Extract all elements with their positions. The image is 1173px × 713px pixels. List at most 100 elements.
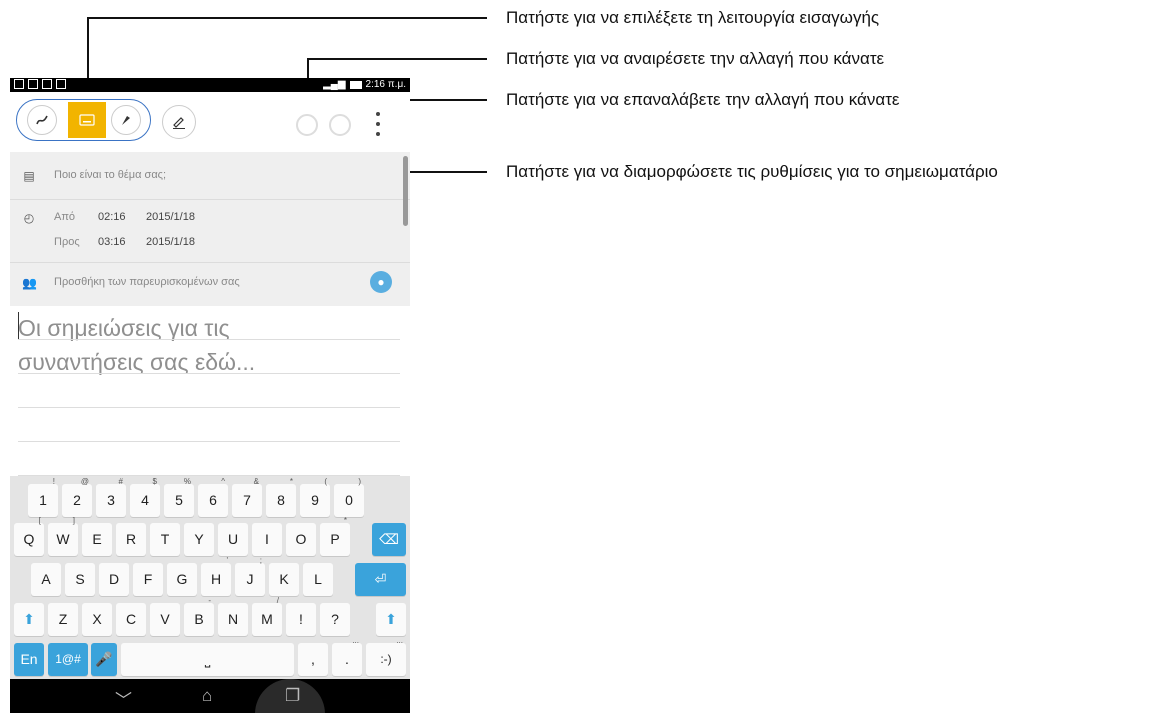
key-row2-3[interactable]: R <box>116 523 146 556</box>
scrollbar[interactable] <box>403 156 408 226</box>
redo-icon[interactable] <box>329 114 351 136</box>
space-key[interactable]: ⎵ <box>121 643 294 676</box>
note-icon: ▤ <box>23 169 35 183</box>
shift-left-icon[interactable]: ⬆ <box>14 603 44 636</box>
key-row2-8[interactable]: O <box>286 523 316 556</box>
key-row4-2[interactable]: C <box>116 603 146 636</box>
key-label: Y <box>194 531 204 547</box>
key-row3-3[interactable]: F <box>133 563 163 596</box>
smiley-key[interactable]: :-)... <box>366 636 406 676</box>
recent-apps-icon[interactable]: ❐ <box>285 686 300 706</box>
key-row3-6[interactable]: J; <box>235 556 265 596</box>
key-row4-1[interactable]: X <box>82 603 112 636</box>
from-time[interactable]: 02:16 <box>98 211 126 223</box>
add-contact-icon[interactable]: ● <box>370 271 392 293</box>
language-key[interactable]: En <box>14 643 44 676</box>
key-row3-1[interactable]: S <box>65 563 95 596</box>
more-vertical-icon[interactable] <box>372 112 384 136</box>
backspace-icon[interactable]: ⌫ <box>372 523 406 556</box>
key-label: E <box>92 531 102 547</box>
key-label: 3 <box>107 492 115 508</box>
from-row[interactable]: ◴ Από 02:16 2015/1/18 <box>10 211 410 227</box>
key-row1-9[interactable]: 0) <box>334 477 364 517</box>
key-row4-8[interactable]: ? <box>320 603 350 636</box>
note-line <box>18 339 400 340</box>
key-row1-6[interactable]: 7 & <box>232 477 262 517</box>
key-row1-0[interactable]: 1! <box>28 477 58 517</box>
shift-right-icon[interactable]: ⬆ <box>376 603 406 636</box>
notes-area[interactable]: Οι σημειώσεις για τις συναντήσεις σας εδ… <box>10 306 410 476</box>
enter-icon[interactable]: ⏎ <box>355 563 406 596</box>
key-label: 5 <box>175 492 183 508</box>
key-row1-3[interactable]: 4 $ <box>130 477 160 517</box>
key-row4-5[interactable]: N <box>218 603 248 636</box>
period-key[interactable]: .... <box>332 636 362 676</box>
key-row3-0[interactable]: A <box>31 563 61 596</box>
undo-icon[interactable] <box>296 114 318 136</box>
back-icon[interactable]: ﹀ <box>115 686 132 711</box>
key-row4-7[interactable]: ! <box>286 603 316 636</box>
subject-field[interactable]: Ποιο είναι το θέμα σας; <box>54 169 166 181</box>
key-label: 2 <box>73 492 81 508</box>
phone-screen: ▂▄▆ 2:16 π.μ. ▤ Ποιο είναι το θέμα σας; <box>10 78 410 713</box>
signal-icon: ▂▄▆ <box>323 79 346 90</box>
key-row4-0[interactable]: Z <box>48 603 78 636</box>
key-row1-2[interactable]: 3 # <box>96 477 126 517</box>
key-row2-0[interactable]: Q[ <box>14 516 44 556</box>
brush-icon[interactable] <box>111 105 141 135</box>
handwriting-icon[interactable] <box>27 105 57 135</box>
status-bar: ▂▄▆ 2:16 π.μ. <box>10 78 410 92</box>
from-date[interactable]: 2015/1/18 <box>146 211 195 223</box>
key-label: O <box>295 531 307 547</box>
comma-key[interactable]: , <box>298 643 328 676</box>
keyboard-icon[interactable] <box>68 102 106 138</box>
key-row2-1[interactable]: W] <box>48 516 78 556</box>
key-row3-5[interactable]: H ' <box>201 556 231 596</box>
key-label: P <box>330 531 340 547</box>
key-row4-3[interactable]: V <box>150 603 180 636</box>
toolbar <box>10 92 410 152</box>
attendees-row[interactable]: 👥 Προσθήκη των παρευρισκομένων σας <box>10 276 410 292</box>
microphone-icon[interactable]: 🎤 <box>91 643 117 676</box>
key-row4-6[interactable]: M / <box>252 596 282 636</box>
key-row2-2[interactable]: E <box>82 523 112 556</box>
key-sup: ! <box>52 477 55 486</box>
key-label: N <box>227 611 239 627</box>
key-label: X <box>92 611 102 627</box>
pen-settings-icon[interactable] <box>162 105 196 139</box>
attendees-field[interactable]: Προσθήκη των παρευρισκομένων σας <box>54 276 240 288</box>
key-row3-4[interactable]: G <box>167 563 197 596</box>
key-row1-7[interactable]: 8 * <box>266 477 296 517</box>
key-row4-4[interactable]: B- <box>184 596 214 636</box>
key-row1-5[interactable]: 6 ^ <box>198 477 228 517</box>
file-icon <box>42 79 52 89</box>
key-label: G <box>176 571 188 587</box>
note-line <box>18 441 400 442</box>
key-row1-4[interactable]: 5% <box>164 477 194 517</box>
subject-row[interactable]: ▤ Ποιο είναι το θέμα σας; <box>10 169 410 189</box>
to-row[interactable]: Προς 03:16 2015/1/18 <box>10 236 410 252</box>
key-row2-6[interactable]: U <box>218 523 248 556</box>
key-row2-9[interactable]: P * <box>320 516 350 556</box>
key-row2-4[interactable]: T <box>150 523 180 556</box>
key-label: B <box>194 611 204 627</box>
key-row2-7[interactable]: I <box>252 523 282 556</box>
key-row1-1[interactable]: 2 @ <box>62 477 92 517</box>
key-row3-2[interactable]: D <box>99 563 129 596</box>
key-row3-8[interactable]: L <box>303 563 333 596</box>
calendar-icon <box>14 79 24 89</box>
key-row2-5[interactable]: Y <box>184 523 214 556</box>
to-time[interactable]: 03:16 <box>98 236 126 248</box>
home-icon[interactable]: ⌂ <box>202 686 212 706</box>
key-row3-7[interactable]: K <box>269 563 299 596</box>
symbols-key[interactable]: 1@# <box>48 643 88 676</box>
period-sup: ... <box>352 636 359 645</box>
divider <box>10 262 410 263</box>
key-sup: # <box>118 477 123 486</box>
key-label: V <box>160 611 170 627</box>
key-row1-8[interactable]: 9( <box>300 477 330 517</box>
key-label: 6 <box>209 492 217 508</box>
key-label: H <box>210 571 222 587</box>
key-sup: * <box>289 477 293 486</box>
to-date[interactable]: 2015/1/18 <box>146 236 195 248</box>
